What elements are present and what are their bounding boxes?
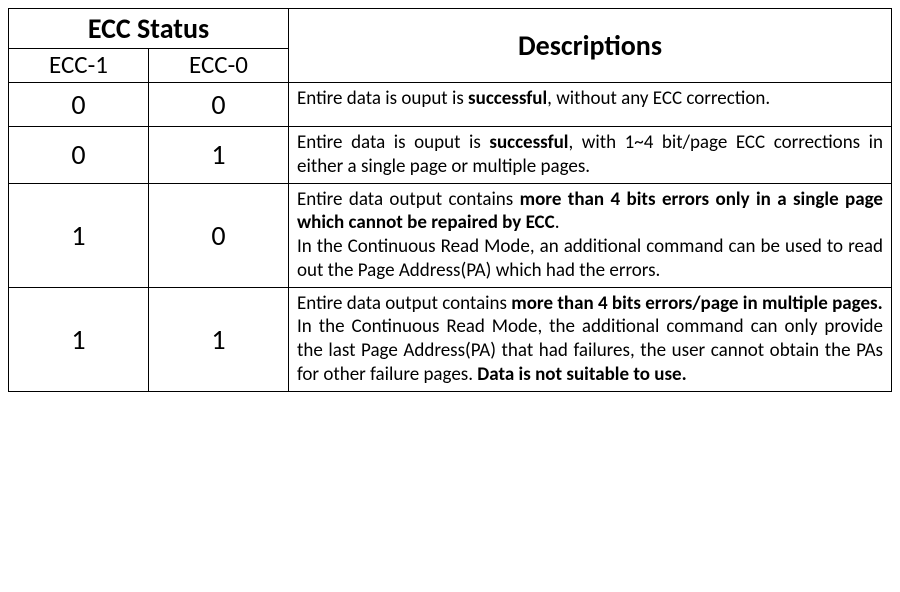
table-row: 10Entire data output contains more than … (9, 183, 892, 287)
cell-ecc0: 0 (149, 83, 289, 127)
header-descriptions: Descriptions (289, 9, 892, 83)
cell-ecc1: 0 (9, 83, 149, 127)
desc-bold-text: more than 4 bits errors/page in multiple… (511, 292, 882, 315)
table-row: 01Entire data is ouput is successful, wi… (9, 127, 892, 184)
cell-ecc1: 1 (9, 287, 149, 391)
table-row: 00Entire data is ouput is successful, wi… (9, 83, 892, 127)
ecc-status-table: ECC Status Descriptions ECC-1 ECC-0 00En… (8, 8, 892, 392)
cell-description: Entire data output contains more than 4 … (289, 287, 892, 391)
desc-text: Entire data is ouput is (297, 87, 468, 110)
cell-ecc0: 1 (149, 287, 289, 391)
header-ecc-status: ECC Status (9, 9, 289, 49)
cell-ecc1: 1 (9, 183, 149, 287)
desc-text: Entire data output contains (297, 188, 520, 211)
desc-bold-text: successful (468, 87, 547, 110)
cell-ecc0: 1 (149, 127, 289, 184)
desc-text: , without any ECC correction. (547, 87, 770, 110)
cell-ecc0: 0 (149, 183, 289, 287)
desc-bold-text: Data is not suitable to use. (477, 363, 686, 386)
cell-description: Entire data output contains more than 4 … (289, 183, 892, 287)
table-row: 11Entire data output contains more than … (9, 287, 892, 391)
desc-text: . (555, 211, 560, 234)
header-ecc0: ECC-0 (149, 49, 289, 83)
table-body: 00Entire data is ouput is successful, wi… (9, 83, 892, 392)
desc-text: In the Continuous Read Mode, an addition… (297, 235, 883, 282)
cell-ecc1: 0 (9, 127, 149, 184)
desc-text: Entire data output contains (297, 292, 511, 315)
cell-description: Entire data is ouput is successful, with… (289, 127, 892, 184)
desc-text: Entire data is ouput is (297, 131, 489, 154)
desc-bold-text: successful (489, 131, 568, 154)
header-ecc1: ECC-1 (9, 49, 149, 83)
cell-description: Entire data is ouput is successful, with… (289, 83, 892, 127)
